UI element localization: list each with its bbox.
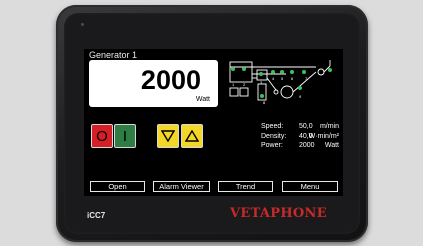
- diagram-label-8: 8: [263, 100, 266, 105]
- status-dot-4: [271, 70, 275, 74]
- process-readout: Speed: 50,0 m/min Density: 40,0 W·min/m²…: [261, 122, 341, 151]
- power-display: 2000 Watt: [89, 60, 218, 107]
- open-button[interactable]: Open: [90, 181, 145, 192]
- status-dot-7: [302, 70, 306, 74]
- power-value: 2000: [140, 65, 201, 95]
- diagram-label-4: 4: [272, 76, 275, 81]
- status-dot-10: [328, 68, 332, 72]
- power-label: Power:: [261, 142, 283, 149]
- speed-row: Speed: 50,0 m/min: [261, 122, 341, 132]
- speed-unit: m/min: [319, 123, 339, 130]
- density-unit: W·min/m²: [308, 132, 339, 140]
- status-dot-9: [298, 86, 302, 90]
- trend-button[interactable]: Trend: [218, 181, 273, 192]
- generator-on-button[interactable]: I: [114, 124, 136, 148]
- ambient-sensor: [81, 23, 84, 26]
- status-dot-5: [280, 70, 284, 74]
- brand-logo: VETAPHONE: [230, 206, 327, 221]
- menu-button[interactable]: Menu: [282, 181, 338, 192]
- touch-screen: Generator 1 2000 Watt O I 1 2 3 4 5 6 7 …: [84, 49, 343, 196]
- on-label: I: [122, 127, 128, 145]
- increase-power-button[interactable]: [181, 124, 203, 148]
- diagram-label-7: 7: [305, 76, 308, 81]
- power-readout-unit: Watt: [324, 142, 339, 149]
- link-line-3: [292, 71, 317, 93]
- triangle-down-icon: [161, 130, 175, 142]
- triangle-up-icon: [185, 130, 199, 142]
- status-dot-1: [231, 67, 235, 71]
- decrease-power-button[interactable]: [157, 124, 179, 148]
- station-b-box: [239, 87, 249, 97]
- diagram-label-2: 2: [243, 82, 246, 87]
- roller-small-1: [273, 89, 279, 95]
- model-label: iCC7: [87, 211, 106, 220]
- generator-title: Generator 1: [89, 50, 138, 60]
- status-dot-2: [242, 67, 246, 71]
- station-a-box: [229, 87, 239, 97]
- diagram-label-9: 9: [299, 94, 302, 99]
- status-dot-8: [260, 94, 264, 98]
- main-roller: [280, 85, 294, 99]
- density-label: Density:: [261, 132, 287, 140]
- power-row: Power: 2000 Watt: [261, 141, 341, 151]
- power-unit: Watt: [195, 96, 210, 103]
- treater-station-box: [229, 61, 253, 83]
- off-label: O: [96, 127, 108, 145]
- alarm-viewer-button[interactable]: Alarm Viewer: [153, 181, 210, 192]
- diagram-label-5: 5: [281, 76, 284, 81]
- diagram-label-1: 1: [232, 82, 235, 87]
- density-row: Density: 40,0 W·min/m²: [261, 132, 341, 142]
- speed-label: Speed:: [261, 123, 284, 130]
- status-dot-6: [290, 70, 294, 74]
- process-diagram[interactable]: 1 2 3 4 5 6 7 8 9: [226, 58, 338, 118]
- generator-off-button[interactable]: O: [91, 124, 113, 148]
- power-readout-value: 2000: [299, 142, 315, 149]
- speed-value: 50,0: [299, 123, 313, 130]
- exit-roller: [317, 68, 325, 76]
- diagram-label-6: 6: [291, 76, 294, 81]
- status-dot-3: [259, 72, 263, 76]
